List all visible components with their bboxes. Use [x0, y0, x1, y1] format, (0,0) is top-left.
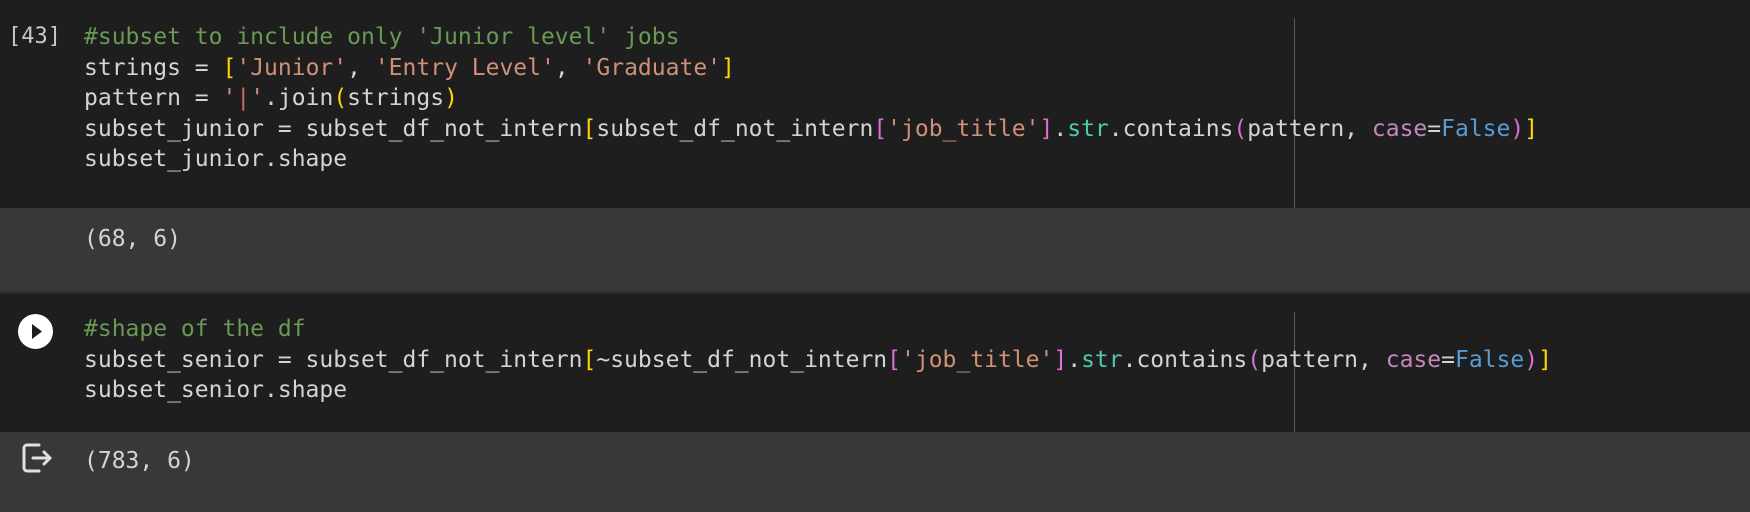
code-token: .contains	[1108, 115, 1234, 142]
code-token: (	[333, 85, 348, 111]
code-token: str	[1081, 346, 1123, 373]
code-token: 'job_title'	[887, 115, 1040, 142]
code-token: [	[582, 115, 597, 142]
code-cell-1: [43] #subset to include only 'Junior lev…	[0, 0, 1750, 292]
code-token: subset_senior = subset_df_not_intern	[84, 346, 583, 373]
code-cell-2: #shape of the df subset_senior = subset_d…	[0, 294, 1750, 512]
code-token: ]	[1039, 115, 1054, 142]
code-token: ,	[554, 54, 583, 81]
code-line: #shape of the df	[84, 312, 306, 346]
code-token: )	[1510, 115, 1525, 142]
code-token: subset_senior.shape	[84, 377, 348, 403]
code-token: '	[222, 85, 237, 111]
code-token: pattern =	[84, 85, 223, 111]
code-token: 'Entry Level'	[374, 54, 555, 81]
code-token: [	[582, 346, 597, 373]
code-token: )	[444, 85, 458, 111]
run-cell-button[interactable]	[18, 314, 53, 349]
code-token: False	[1454, 346, 1525, 373]
code-token: strings =	[84, 54, 223, 81]
code-token: 'job_title'	[901, 346, 1054, 373]
code-editor-2[interactable]: #shape of the df subset_senior = subset_d…	[0, 294, 1750, 432]
code-token: .	[1053, 115, 1068, 142]
code-token: 'Graduate'	[582, 54, 722, 81]
code-token: [	[873, 115, 888, 142]
output-redirect-icon[interactable]	[19, 440, 55, 476]
output-text: (783, 6)	[84, 448, 195, 474]
code-token: =	[1427, 115, 1442, 142]
code-token: (	[1247, 346, 1262, 373]
code-line: subset_junior = subset_df_not_intern[sub…	[84, 112, 1538, 146]
code-token: 'Junior'	[236, 54, 348, 81]
code-token: case	[1371, 115, 1428, 142]
code-line: subset_senior.shape	[84, 373, 347, 407]
code-token: ,	[347, 54, 375, 81]
code-token: ]	[1524, 115, 1539, 142]
code-token: [	[222, 54, 237, 81]
code-token: ]	[1538, 346, 1552, 373]
code-token: ~subset_df_not_intern	[596, 346, 888, 373]
output-area-2: (783, 6)	[0, 432, 1750, 512]
code-token: '	[250, 85, 265, 111]
code-token: ]	[721, 54, 735, 81]
code-token: [	[887, 346, 902, 373]
code-token: .contains	[1122, 346, 1248, 373]
code-token: .join	[264, 85, 334, 111]
code-token: .	[1067, 346, 1082, 373]
code-token: str	[1067, 115, 1109, 142]
code-token: #subset to include only 'Junior level' j…	[84, 24, 680, 50]
code-token: #shape of the df	[84, 316, 306, 342]
code-token: strings	[347, 85, 445, 111]
code-token: =	[1441, 346, 1455, 373]
output-text: (68, 6)	[84, 226, 181, 252]
code-token: subset_junior = subset_df_not_intern	[84, 115, 583, 142]
code-line: subset_junior.shape	[84, 142, 347, 176]
code-token: )	[1524, 346, 1539, 373]
code-token: subset_junior.shape	[84, 146, 348, 172]
code-token: pattern,	[1247, 115, 1372, 142]
code-editor-1[interactable]: [43] #subset to include only 'Junior lev…	[0, 0, 1750, 208]
code-line: #subset to include only 'Junior level' j…	[84, 20, 679, 54]
code-token: subset_df_not_intern	[596, 115, 874, 142]
code-token: ]	[1053, 346, 1068, 373]
code-token: (	[1233, 115, 1248, 142]
execution-count: [43]	[8, 24, 61, 49]
notebook: [43] #subset to include only 'Junior lev…	[0, 0, 1750, 512]
code-token: |	[236, 85, 251, 111]
code-line: subset_senior = subset_df_not_intern[~su…	[84, 343, 1552, 377]
code-line: pattern = '|'.join(strings)	[84, 81, 458, 115]
code-line: strings = ['Junior', 'Entry Level', 'Gra…	[84, 51, 735, 85]
play-icon	[32, 324, 42, 339]
code-token: False	[1441, 115, 1511, 142]
output-area-1: (68, 6)	[0, 208, 1750, 292]
code-token: pattern,	[1261, 346, 1386, 373]
code-token: case	[1385, 346, 1442, 373]
